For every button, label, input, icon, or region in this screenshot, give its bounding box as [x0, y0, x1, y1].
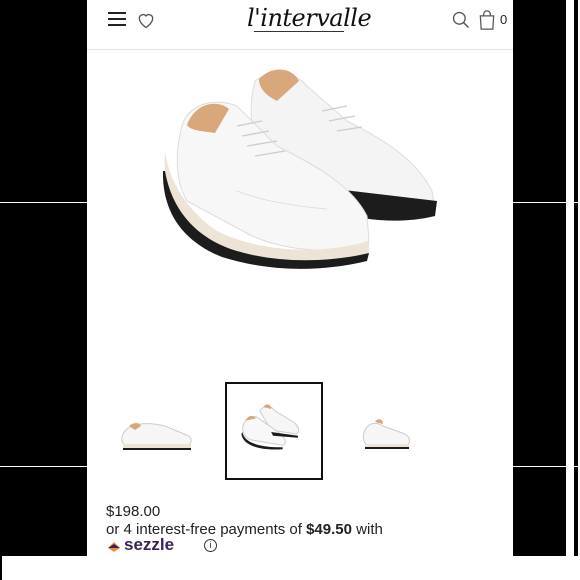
- heart-icon[interactable]: [136, 10, 156, 30]
- sezzle-badge[interactable]: sezzle i: [106, 537, 226, 553]
- sezzle-label: sezzle: [124, 537, 175, 553]
- search-icon[interactable]: [451, 10, 471, 30]
- installment-amount: $49.50: [306, 521, 352, 538]
- background-divider-right: [574, 0, 578, 580]
- installment-message: or 4 interest-free payments of $49.50 wi…: [106, 521, 506, 538]
- product-price: $198.00: [106, 503, 161, 520]
- product-main-image[interactable]: [87, 51, 513, 381]
- installment-suffix: with: [351, 521, 383, 538]
- cart-count[interactable]: 0: [500, 12, 507, 27]
- thumbnail-side-view[interactable]: [109, 382, 207, 480]
- brand-logo[interactable]: l'intervalle: [247, 4, 372, 34]
- thumbnail-gallery: [87, 382, 513, 482]
- background-strip-bottom: [2, 556, 578, 580]
- installment-prefix: or 4 interest-free payments of: [106, 521, 307, 538]
- menu-icon[interactable]: [108, 12, 126, 26]
- thumbnail-front-view[interactable]: [341, 382, 439, 480]
- bag-icon[interactable]: [477, 9, 497, 31]
- product-page: l'intervalle 0 $198.00 or 4 interest-fre…: [87, 0, 513, 556]
- sezzle-logo-icon: [108, 542, 120, 552]
- info-icon[interactable]: i: [204, 539, 217, 552]
- site-header: l'intervalle 0: [87, 0, 513, 50]
- thumbnail-pair-view[interactable]: [225, 382, 323, 480]
- logo-underline: [254, 31, 344, 32]
